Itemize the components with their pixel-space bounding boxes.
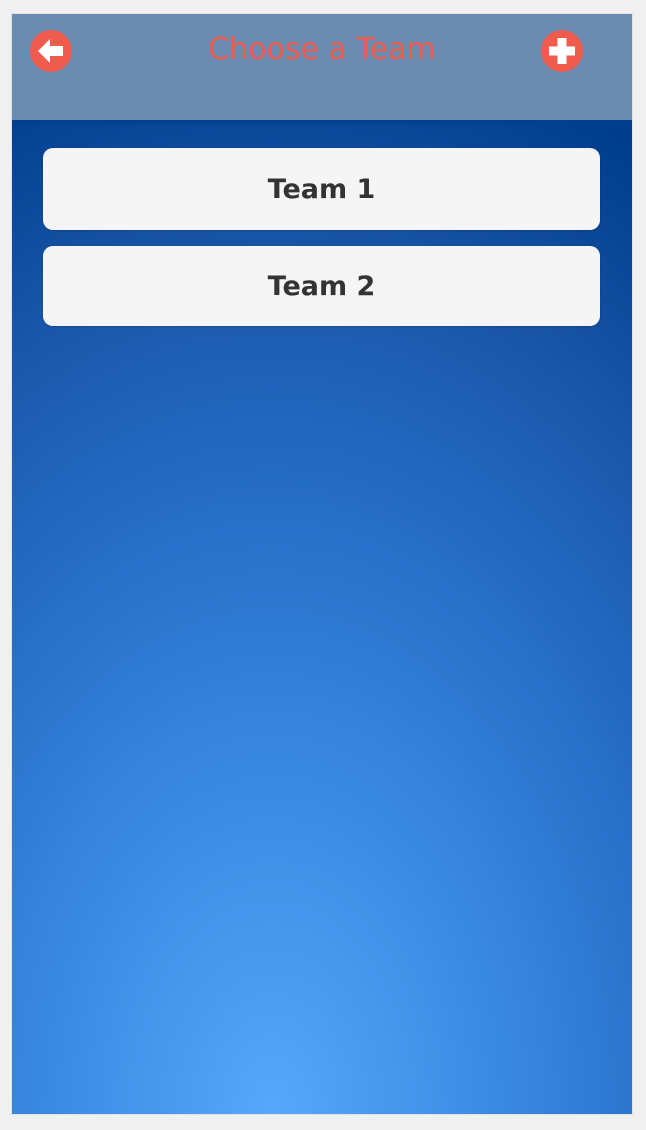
- page-title: Choose a Team: [208, 32, 436, 67]
- app-screen: Choose a Team Team 1 Team 2: [12, 14, 632, 1114]
- header-bar: Choose a Team: [12, 14, 632, 120]
- team-label: Team 1: [267, 173, 376, 205]
- add-team-button[interactable]: [541, 30, 583, 72]
- team-item-1[interactable]: Team 1: [43, 148, 600, 230]
- team-label: Team 2: [267, 270, 376, 302]
- header-shadow: [12, 120, 632, 128]
- team-item-2[interactable]: Team 2: [43, 246, 600, 326]
- team-list: Team 1 Team 2: [43, 148, 600, 342]
- plus-icon: [549, 38, 575, 64]
